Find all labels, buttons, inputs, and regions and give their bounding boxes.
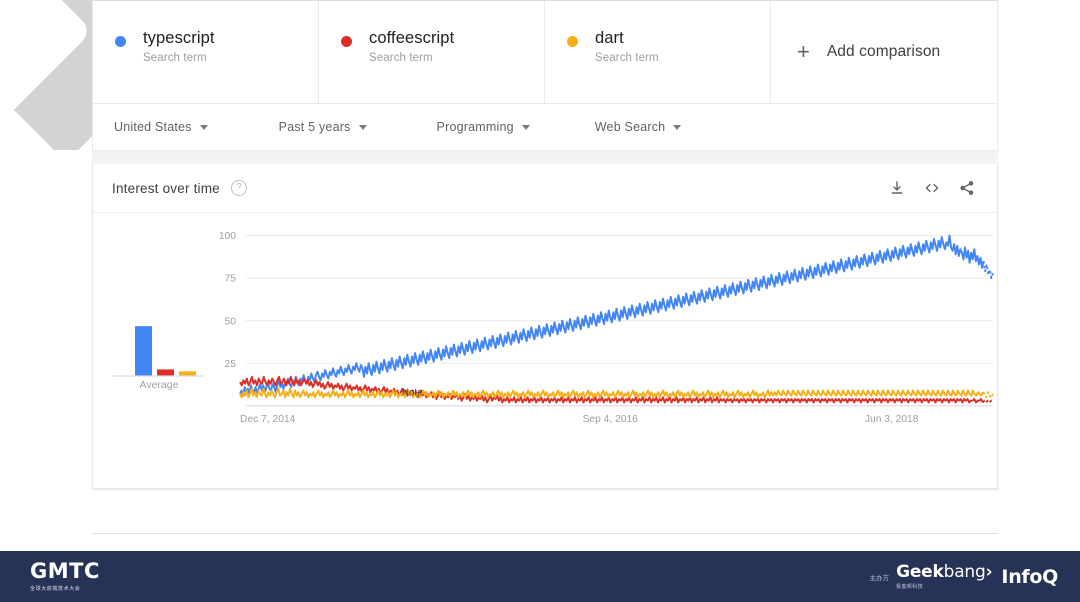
average-bar <box>157 369 174 376</box>
filter-time-range[interactable]: Past 5 years <box>279 120 367 134</box>
download-icon[interactable] <box>889 180 905 196</box>
card-actions <box>889 180 975 196</box>
chevron-down-icon <box>358 124 367 130</box>
geekbang-logo-light: bang <box>943 562 986 582</box>
chevron-down-icon <box>673 124 682 130</box>
plus-icon: + <box>797 39 810 64</box>
interest-over-time-card: Interest over time ? Average 100 75 50 2… <box>92 164 998 489</box>
add-comparison-button[interactable]: + Add comparison <box>771 1 997 103</box>
card-bottom-divider <box>92 533 998 534</box>
y-axis-tick-label: 50 <box>225 316 237 327</box>
card-title: Interest over time <box>112 180 220 196</box>
comparison-card-typescript[interactable]: typescript Search term <box>93 1 319 103</box>
average-bar <box>135 326 152 376</box>
average-bar-chart <box>113 326 205 377</box>
legend-dot-icon <box>115 36 126 47</box>
comparison-card-dart[interactable]: dart Search term <box>545 1 771 103</box>
geekbang-logo: Geekbang› 极客邦科技 <box>896 562 993 591</box>
comparison-term-label: typescript <box>143 29 215 47</box>
x-axis-tick-label: Jun 3, 2018 <box>865 414 919 425</box>
section-spacer-band <box>92 151 998 164</box>
comparison-card-coffeescript[interactable]: coffeescript Search term <box>319 1 545 103</box>
series-line <box>239 375 984 404</box>
filter-category[interactable]: Programming <box>437 120 530 134</box>
y-axis-tick-label: 25 <box>225 359 237 370</box>
x-axis-tick-label: Dec 7, 2014 <box>240 414 296 425</box>
comparison-term-subtitle: Search term <box>595 52 659 64</box>
infoq-logo: InfoQ <box>1001 566 1058 588</box>
comparison-term-subtitle: Search term <box>143 52 207 64</box>
sponsor-brands: 主办方 Geekbang› 极客邦科技 InfoQ <box>869 562 1059 591</box>
geekbang-logo-mark: › <box>985 562 993 582</box>
geekbang-logo-subtitle: 极客邦科技 <box>896 584 924 590</box>
legend-dot-icon <box>341 36 352 47</box>
gmtc-logo: GMTC 全球大前端技术大会 <box>30 559 100 593</box>
comparison-term-subtitle: Search term <box>369 52 433 64</box>
y-axis-tick-label: 75 <box>225 274 237 285</box>
chevron-down-icon <box>199 124 208 130</box>
filter-time-range-label: Past 5 years <box>278 120 351 134</box>
comparison-term-label: dart <box>595 29 624 47</box>
chart-body: Average 100 75 50 25 Dec 7, 2014 Sep 4, 2016… <box>93 213 997 488</box>
question-mark-icon[interactable]: ? <box>230 180 247 196</box>
legend-dot-icon <box>567 36 578 47</box>
google-trends-panel: typescript Search term coffeescript Sear… <box>92 0 998 489</box>
filter-category-label: Programming <box>436 120 514 134</box>
chart-annotation-note[interactable]: Note <box>402 388 423 399</box>
gmtc-logo-subtitle: 全球大前端技术大会 <box>30 586 81 592</box>
series-line-provisional <box>982 399 994 404</box>
filters-bar: United States Past 5 years Programming W… <box>92 104 998 151</box>
gmtc-logo-text: GMTC <box>30 559 100 583</box>
filter-region[interactable]: United States <box>114 120 208 134</box>
interest-over-time-plot[interactable]: 100 75 50 25 Dec 7, 2014 Sep 4, 2016 Jun 3, 2… <box>197 213 997 495</box>
embed-code-icon[interactable] <box>924 180 940 196</box>
filter-search-type[interactable]: Web Search <box>595 120 682 134</box>
add-comparison-label: Add comparison <box>826 43 941 60</box>
y-axis-tick-label: 100 <box>219 231 236 242</box>
sponsor-prefix-label: 主办方 <box>869 574 890 582</box>
x-axis-tick-label: Sep 4, 2016 <box>583 414 639 425</box>
slide-canvas: typescript Search term coffeescript Sear… <box>0 0 1080 602</box>
chevron-down-icon <box>521 124 530 130</box>
series-line-provisional <box>982 391 994 399</box>
conference-footer-bar: GMTC 全球大前端技术大会 主办方 Geekbang› 极客邦科技 InfoQ <box>0 551 1080 602</box>
comparison-cards-row: typescript Search term coffeescript Sear… <box>92 0 998 104</box>
series-line <box>239 234 985 397</box>
comparison-term-label: coffeescript <box>369 29 455 47</box>
geekbang-logo-bold: Geek <box>896 562 944 582</box>
average-bar <box>179 371 196 376</box>
average-bar-chart-label: Average <box>139 379 179 391</box>
card-header: Interest over time ? <box>93 164 997 213</box>
filter-region-label: United States <box>114 120 192 134</box>
series-line-provisional <box>982 260 994 280</box>
share-icon[interactable] <box>959 180 975 196</box>
filter-search-type-label: Web Search <box>594 120 666 134</box>
